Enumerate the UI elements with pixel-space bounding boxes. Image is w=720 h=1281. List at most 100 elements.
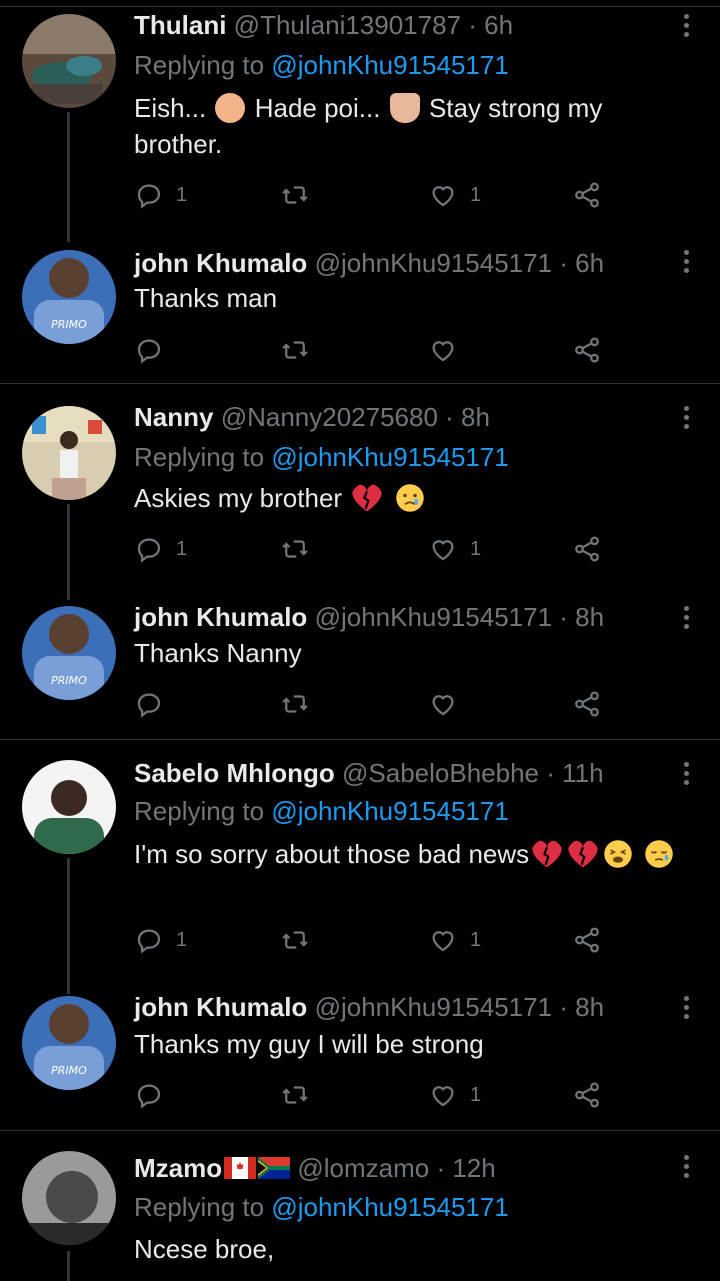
like-button[interactable]: 1	[428, 178, 481, 212]
mention-link[interactable]: @johnKhu91545171	[271, 796, 509, 826]
reply-count: 1	[176, 537, 188, 560]
svg-text:PRIMO: PRIMO	[51, 1064, 87, 1077]
share-button[interactable]	[572, 923, 602, 957]
author-name[interactable]: Mzamo	[134, 1153, 222, 1183]
mzamo-avatar[interactable]	[22, 1151, 116, 1245]
reply-tweet[interactable]: PRIMO john Khumalo @johnKhu91545171 · 6h…	[0, 242, 720, 384]
tweet-time[interactable]: · 8h	[445, 402, 490, 432]
share-icon	[575, 337, 599, 363]
text-segment: Eish...	[134, 93, 207, 123]
more-options-icon[interactable]	[676, 604, 696, 634]
john-avatar[interactable]: PRIMO	[22, 606, 116, 700]
share-button[interactable]	[572, 532, 602, 566]
sabelo-avatar[interactable]	[22, 760, 116, 854]
author-handle[interactable]: @Nanny20275680	[221, 402, 438, 432]
reply-count: 1	[176, 928, 188, 951]
heart-icon	[432, 540, 454, 561]
share-icon	[575, 691, 599, 717]
retweet-button[interactable]	[280, 333, 310, 367]
reply-tweet[interactable]: PRIMO john Khumalo @johnKhu91545171 · 8h…	[0, 598, 720, 740]
thread-line	[67, 504, 70, 600]
share-icon	[575, 1082, 599, 1108]
author-name[interactable]: john Khumalo	[134, 248, 307, 278]
share-button[interactable]	[572, 1078, 602, 1112]
tweet-time[interactable]: · 6h	[468, 10, 513, 40]
folded-hands-emoji	[389, 93, 420, 123]
john-avatar[interactable]: PRIMO	[22, 996, 116, 1090]
canada-flag	[224, 1157, 257, 1179]
more-options-icon[interactable]	[676, 248, 696, 278]
retweet-icon	[282, 540, 308, 558]
more-options-icon[interactable]	[676, 1153, 696, 1183]
like-button[interactable]	[428, 687, 458, 721]
text-segment: Hade poi...	[254, 93, 381, 123]
author-name[interactable]: Thulani	[134, 10, 226, 40]
more-options-icon[interactable]	[676, 12, 696, 42]
tweet-time[interactable]: · 8h	[559, 602, 604, 632]
reply-tweet[interactable]: Mzamo @lomzamo · 12h Replying to @johnKh…	[0, 1145, 720, 1281]
more-options-icon[interactable]	[676, 994, 696, 1024]
retweet-button[interactable]	[280, 532, 310, 566]
thread-line	[67, 112, 70, 242]
retweet-button[interactable]	[280, 687, 310, 721]
mention-link[interactable]: @johnKhu91545171	[271, 1192, 509, 1222]
reply-button[interactable]	[134, 687, 164, 721]
reply-button[interactable]: 1	[134, 532, 187, 566]
more-options-icon[interactable]	[676, 760, 696, 790]
tweet-text: Ncese broe,	[134, 1234, 275, 1264]
author-name[interactable]: Sabelo Mhlongo	[134, 758, 335, 788]
author-name[interactable]: john Khumalo	[134, 992, 307, 1022]
retweet-button[interactable]	[280, 178, 322, 212]
author-handle[interactable]: @johnKhu91545171	[315, 248, 553, 278]
share-button[interactable]	[572, 178, 602, 212]
author-name[interactable]: Nanny	[134, 402, 213, 432]
tweet-time[interactable]: · 12h	[436, 1153, 495, 1183]
mention-link[interactable]: @johnKhu91545171	[271, 50, 509, 80]
john-avatar[interactable]: PRIMO	[22, 250, 116, 344]
thulani-avatar[interactable]	[22, 14, 116, 108]
reply-icon	[137, 184, 161, 209]
nanny-avatar[interactable]	[22, 406, 116, 500]
replying-to-label: Replying to	[134, 796, 265, 826]
mention-link[interactable]: @johnKhu91545171	[271, 442, 509, 472]
author-handle[interactable]: @johnKhu91545171	[315, 602, 553, 632]
reply-button[interactable]	[134, 333, 176, 367]
replying-to-label: Replying to	[134, 1192, 265, 1222]
like-button[interactable]: 1	[428, 1078, 481, 1112]
more-options-icon[interactable]	[676, 404, 696, 434]
like-button[interactable]: 1	[428, 532, 481, 566]
heart-icon	[432, 931, 454, 952]
author-handle[interactable]: @SabeloBhebhe	[342, 758, 539, 788]
reply-button[interactable]: 1	[134, 178, 187, 212]
reply-icon	[137, 929, 161, 954]
retweet-icon	[282, 695, 308, 713]
reply-tweet[interactable]: Thulani @Thulani13901787 · 6h Replying t…	[0, 0, 720, 242]
retweet-button[interactable]	[280, 923, 310, 957]
share-button[interactable]	[572, 687, 602, 721]
author-handle[interactable]: @Thulani13901787	[234, 10, 461, 40]
svg-text:PRIMO: PRIMO	[51, 674, 87, 687]
reply-tweet[interactable]: Nanny @Nanny20275680 · 8h Replying to @j…	[0, 396, 720, 600]
author-name[interactable]: john Khumalo	[134, 602, 307, 632]
like-count: 1	[470, 183, 482, 206]
text-segment: Askies my brother	[134, 483, 343, 513]
broken-heart-emoji	[352, 484, 383, 512]
retweet-button[interactable]	[280, 1078, 310, 1112]
reply-icon	[137, 538, 161, 563]
reply-button[interactable]	[134, 1078, 164, 1112]
reply-tweet[interactable]: Sabelo Mhlongo @SabeloBhebhe · 11h Reply…	[0, 752, 720, 994]
author-handle[interactable]: @johnKhu91545171	[315, 992, 553, 1022]
share-button[interactable]	[572, 333, 602, 367]
reply-tweet[interactable]: PRIMO john Khumalo @johnKhu91545171 · 8h…	[0, 990, 720, 1131]
sad-relieved-face-emoji	[645, 840, 674, 868]
like-button[interactable]: 1	[428, 923, 481, 957]
share-icon	[575, 536, 599, 562]
tweet-text: I'm so sorry about those bad news	[134, 836, 694, 872]
tweet-time[interactable]: · 6h	[559, 248, 604, 278]
tweet-time[interactable]: · 8h	[559, 992, 604, 1022]
tweet-time[interactable]: · 11h	[546, 758, 603, 788]
reply-button[interactable]: 1	[134, 923, 187, 957]
replying-to-label: Replying to	[134, 442, 265, 472]
like-button[interactable]	[428, 333, 458, 367]
author-handle[interactable]: @lomzamo	[297, 1153, 429, 1183]
